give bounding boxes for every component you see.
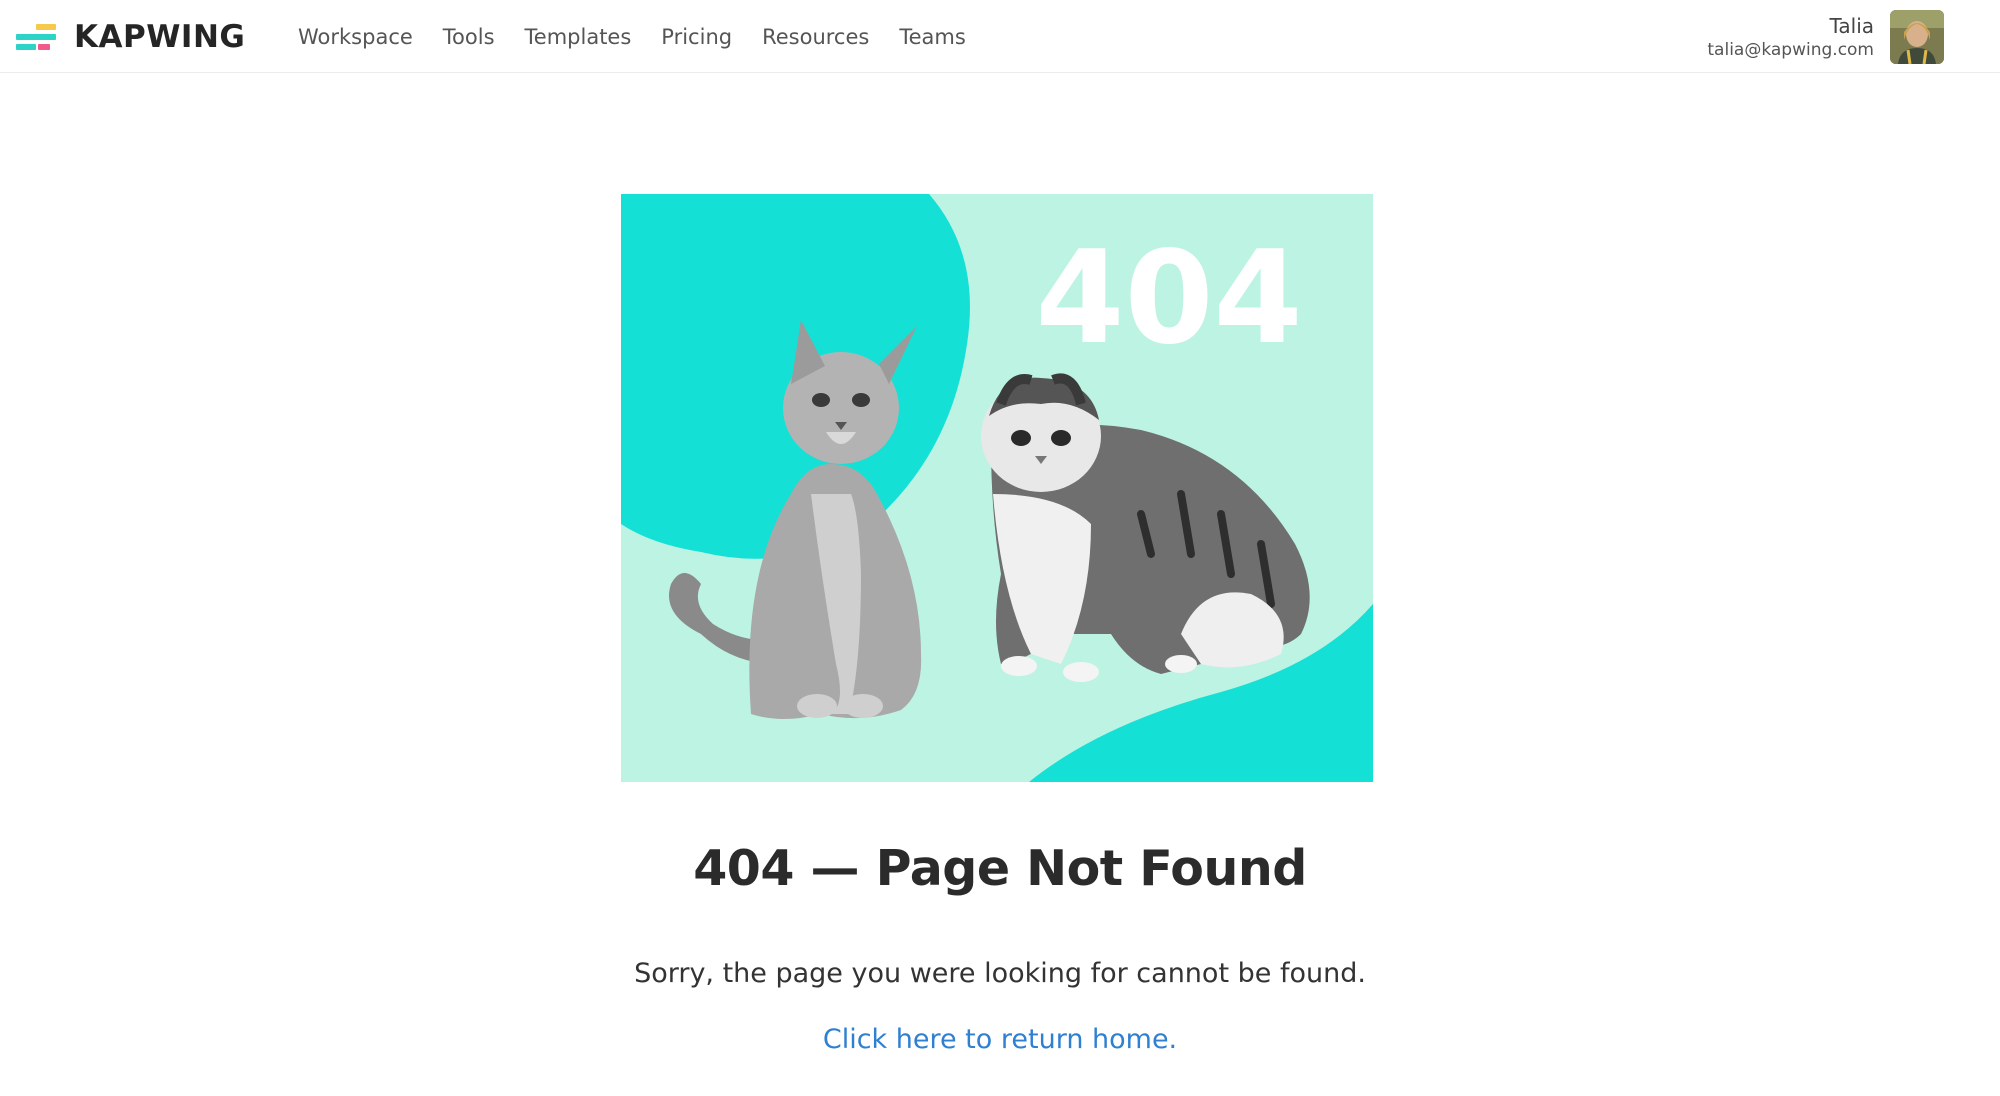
user-account-menu[interactable]: Talia talia@kapwing.com — [1707, 9, 1944, 65]
user-info: Talia talia@kapwing.com — [1707, 13, 1874, 61]
return-home-container: Click here to return home. — [0, 1024, 2000, 1055]
kapwing-logo[interactable]: KAPWING — [16, 19, 246, 55]
user-name: Talia — [1829, 14, 1874, 38]
kapwing-logo-icon — [16, 22, 58, 52]
nav-templates[interactable]: Templates — [525, 25, 632, 49]
page-title: 404 — Page Not Found — [693, 840, 1307, 897]
404-illustration: 404 — [621, 194, 1373, 782]
brand-name: KAPWING — [74, 19, 246, 55]
nav-teams[interactable]: Teams — [899, 25, 965, 49]
404-badge-text: 404 — [1035, 224, 1302, 373]
cats-404-graphic: 404 — [621, 194, 1373, 782]
top-nav-bar: KAPWING Workspace Tools Templates Pricin… — [0, 0, 2000, 73]
error-message: Sorry, the page you were looking for can… — [634, 958, 1366, 989]
nav-resources[interactable]: Resources — [762, 25, 869, 49]
return-home-link[interactable]: Click here to return home. — [823, 1024, 1177, 1055]
avatar-photo — [1890, 10, 1944, 64]
avatar[interactable] — [1890, 10, 1944, 64]
user-email: talia@kapwing.com — [1707, 40, 1874, 60]
nav-pricing[interactable]: Pricing — [661, 25, 732, 49]
nav-tools[interactable]: Tools — [443, 25, 495, 49]
nav-workspace[interactable]: Workspace — [298, 25, 413, 49]
main-nav: Workspace Tools Templates Pricing Resour… — [298, 0, 996, 73]
